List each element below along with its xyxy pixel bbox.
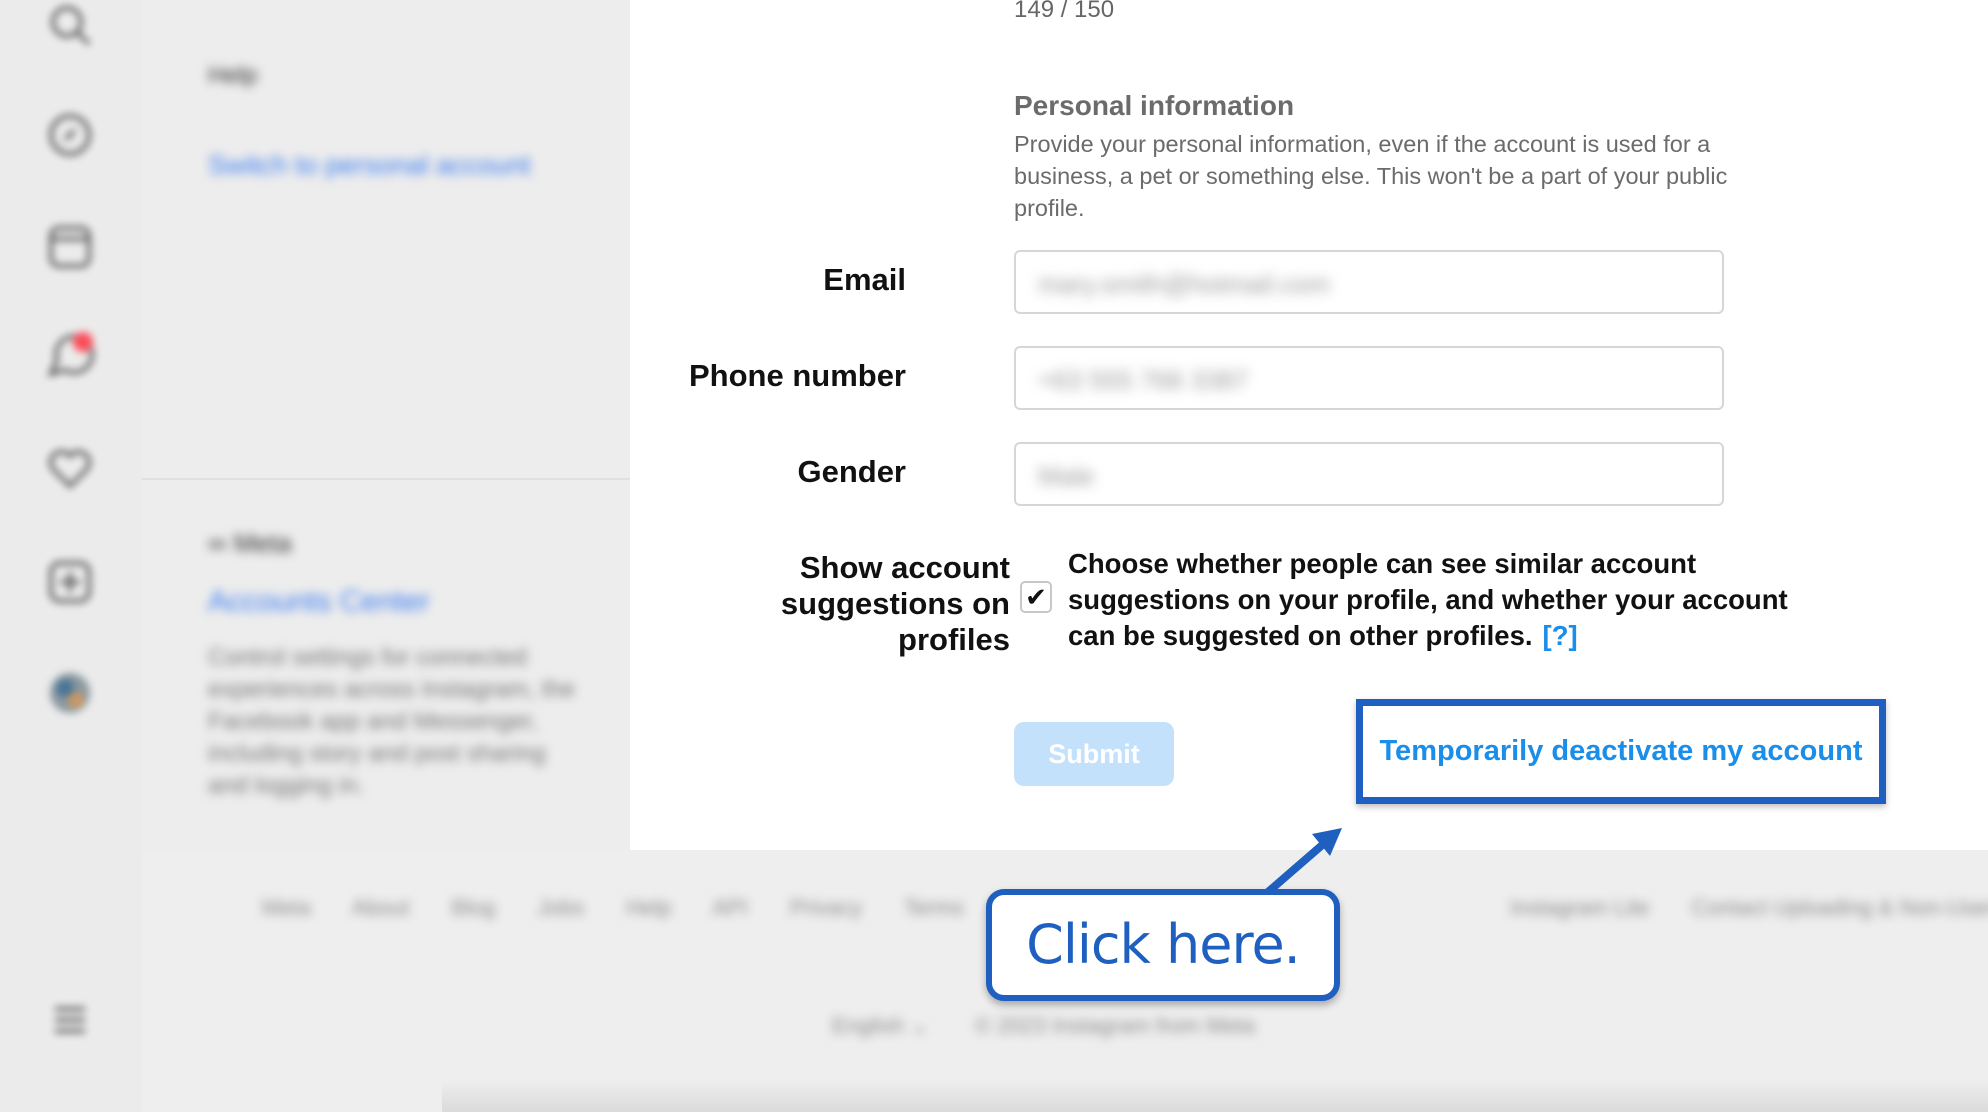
account-suggestions-label: Show account suggestions on profiles (780, 550, 1010, 657)
icon-rail (0, 0, 142, 1112)
create-icon[interactable] (45, 557, 95, 607)
reels-icon[interactable] (45, 222, 95, 272)
language-selector[interactable]: English ⌄ (832, 1013, 929, 1038)
bio-character-counter: 149 / 150 (1014, 0, 1115, 23)
notifications-icon[interactable] (45, 444, 95, 494)
footer-language-row: English ⌄ © 2023 Instagram from Meta (832, 1013, 1255, 1039)
gender-value: Male (1038, 461, 1095, 491)
nav-item-help[interactable]: Help (208, 62, 257, 90)
nav-divider (142, 478, 630, 480)
footer-link[interactable]: API (712, 895, 747, 920)
accounts-center-link[interactable]: Accounts Center (208, 585, 430, 619)
click-here-callout: Click here. (986, 889, 1340, 1001)
gender-field[interactable]: Male (1014, 442, 1724, 506)
footer-link[interactable]: Privacy (790, 895, 862, 920)
footer-link[interactable]: Terms (904, 895, 964, 920)
account-suggestions-text: Choose whether people can see similar ac… (1068, 548, 1788, 651)
phone-number-label: Phone number (688, 358, 906, 393)
switch-to-personal-account-link[interactable]: Switch to personal account (208, 150, 531, 181)
gender-label: Gender (797, 454, 906, 489)
email-value: mary.smith@hotmail.com (1038, 269, 1330, 299)
footer-link[interactable]: Instagram Lite (1510, 895, 1649, 920)
footer-link[interactable]: Contact Uploading & Non-Users (1692, 895, 1988, 920)
copyright-text: © 2023 Instagram from Meta (974, 1013, 1256, 1038)
deactivate-highlight-box: Temporarily deactivate my account (1356, 699, 1886, 804)
phone-number-field[interactable]: +63 555 766 3387 (1014, 346, 1724, 410)
phone-number-value: +63 555 766 3387 (1038, 365, 1249, 395)
menu-icon[interactable] (45, 995, 95, 1045)
profile-avatar[interactable] (45, 668, 95, 718)
account-suggestions-description: Choose whether people can see similar ac… (1068, 546, 1838, 654)
accounts-center-description: Control settings for connected experienc… (208, 644, 575, 799)
personal-information-description: Provide your personal information, even … (1014, 131, 1728, 221)
submit-button[interactable]: Submit (1014, 722, 1174, 786)
suggestions-help-link[interactable]: [?] (1543, 620, 1578, 651)
footer-link[interactable]: Blog (451, 895, 495, 920)
footer-links-right: Instagram Lite Contact Uploading & Non-U… (1510, 895, 1988, 921)
footer-link[interactable]: Help (626, 895, 671, 920)
bottom-shadow (442, 1080, 1988, 1112)
meta-logo: ∞ Meta (208, 528, 292, 558)
checkmark-icon: ✔ (1025, 582, 1047, 612)
personal-information-title: Personal information (1014, 90, 1295, 121)
footer-links: Meta About Blog Jobs Help API Privacy Te… (262, 895, 1000, 921)
explore-icon[interactable] (45, 110, 95, 160)
settings-nav-panel: Help Switch to personal account ∞ Meta A… (142, 0, 630, 850)
messages-icon[interactable] (45, 330, 95, 380)
footer-link[interactable]: About (352, 895, 410, 920)
temporarily-deactivate-account-link[interactable]: Temporarily deactivate my account (1363, 706, 1879, 797)
footer-link[interactable]: Jobs (538, 895, 584, 920)
footer-link[interactable]: Meta (262, 895, 311, 920)
email-field[interactable]: mary.smith@hotmail.com (1014, 250, 1724, 314)
callout-text: Click here. (1026, 913, 1301, 976)
account-suggestions-checkbox[interactable]: ✔ (1020, 581, 1052, 613)
search-icon[interactable] (45, 0, 95, 50)
email-label: Email (823, 262, 906, 297)
